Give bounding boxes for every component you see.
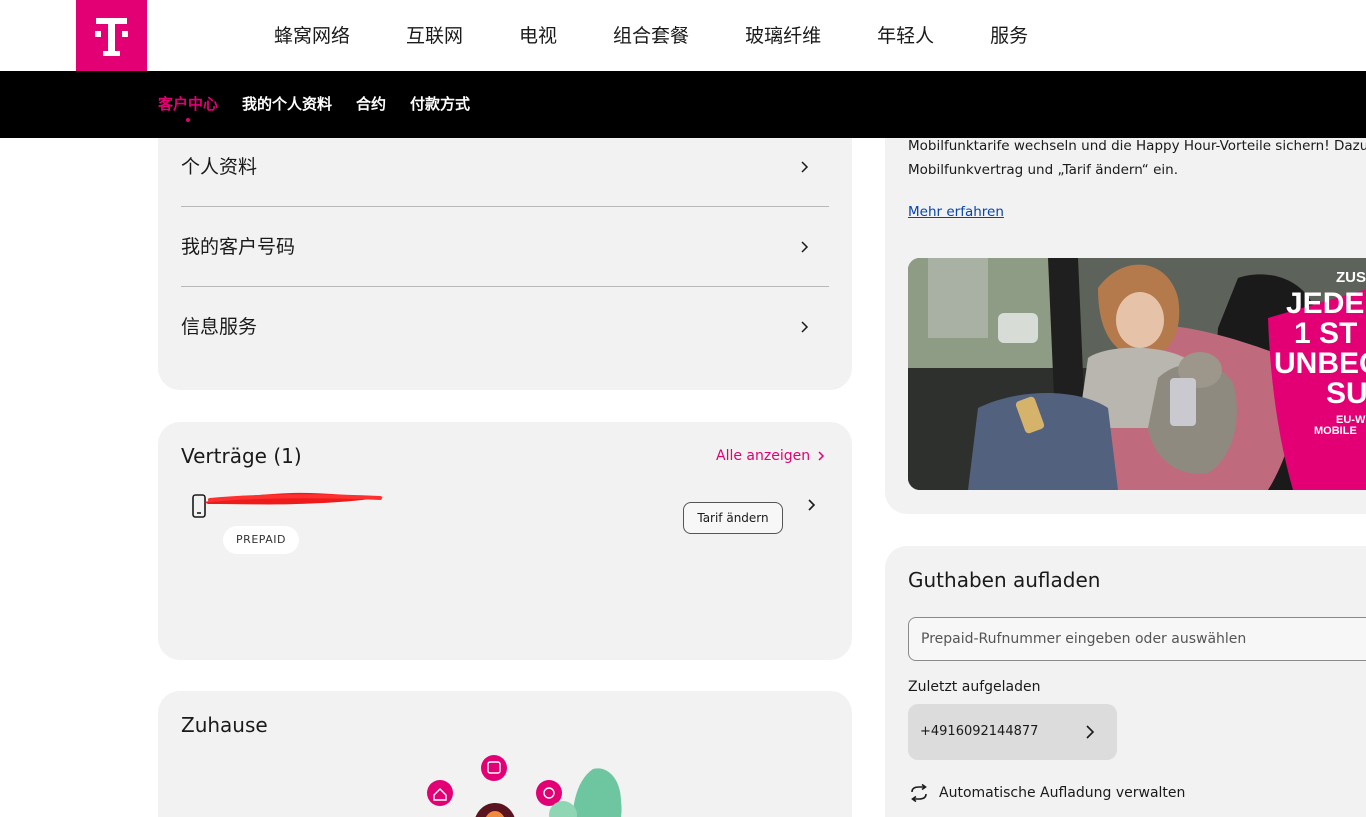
nav-fiber[interactable]: 玻璃纤维: [745, 22, 821, 50]
home-card: Zuhause: [158, 691, 852, 817]
last-topup-number: +4916092144877: [920, 724, 1039, 739]
refresh-icon: [911, 784, 927, 802]
last-topup-number-card[interactable]: +4916092144877: [908, 704, 1117, 760]
home-title: Zuhause: [181, 713, 268, 737]
prepaid-badge: PREPAID: [223, 526, 299, 554]
t-logo-icon: [95, 18, 128, 56]
prepaid-number-input[interactable]: Prepaid-Rufnummer eingeben oder auswähle…: [908, 617, 1366, 661]
promo-card: Mobilfunktarife wechseln und die Happy H…: [885, 100, 1366, 514]
contracts-card: Verträge (1) Alle anzeigen PREPAID Tarif…: [158, 422, 852, 660]
promo-banner-image[interactable]: ZUS JEDE 1 ST UNBEG SU EU-WE MOBILE: [908, 258, 1366, 490]
chevron-right-icon: [801, 241, 809, 253]
sub-nav: 客户中心 我的个人资料 合约 付款方式: [158, 93, 494, 122]
show-all-label: Alle anzeigen: [716, 448, 811, 464]
list-item-label: 个人资料: [181, 156, 258, 178]
chevron-right-icon: [818, 451, 825, 461]
auto-topup-label: Automatische Aufladung verwalten: [939, 785, 1186, 801]
promo-line-2: Mobilfunkvertrag und „Tarif ändern“ ein.: [908, 162, 1178, 178]
chevron-right-icon[interactable]: [806, 498, 818, 512]
nav-internet[interactable]: 互联网: [406, 22, 463, 50]
nav-tv[interactable]: 电视: [519, 22, 557, 50]
subnav-contracts[interactable]: 合约: [356, 93, 386, 115]
list-item-customer-number[interactable]: 我的客户号码: [181, 207, 829, 287]
chevron-right-icon: [1086, 725, 1095, 739]
redacted-number-scribble: [204, 492, 384, 505]
home-illustration: [427, 755, 622, 817]
list-item-label: 信息服务: [181, 316, 258, 338]
nav-bundles[interactable]: 组合套餐: [613, 22, 689, 50]
contracts-title: Verträge (1): [181, 444, 302, 468]
subnav-my-profile[interactable]: 我的个人资料: [242, 93, 332, 115]
list-item-personal-data[interactable]: 个人资料: [181, 127, 829, 207]
top-header: 蜂窝网络 互联网 电视 组合套餐 玻璃纤维 年轻人 服务: [0, 0, 1366, 71]
change-tariff-button[interactable]: Tarif ändern: [683, 502, 783, 534]
chevron-right-icon: [801, 161, 809, 173]
auto-topup-link[interactable]: Automatische Aufladung verwalten: [908, 784, 1185, 802]
promo-banner-text: ZUS JEDE 1 ST UNBEG SU EU-WE MOBILE: [1274, 269, 1366, 437]
nav-mobile[interactable]: 蜂窝网络: [274, 22, 350, 50]
last-topup-label: Zuletzt aufgeladen: [908, 679, 1041, 695]
list-item-info-services[interactable]: 信息服务: [181, 287, 829, 367]
topup-title: Guthaben aufladen: [908, 568, 1101, 592]
main-nav: 蜂窝网络 互联网 电视 组合套餐 玻璃纤维 年轻人 服务: [274, 22, 1084, 50]
nav-young[interactable]: 年轻人: [877, 22, 934, 50]
subnav-payment[interactable]: 付款方式: [410, 93, 470, 115]
telekom-logo[interactable]: [76, 0, 147, 71]
promo-description: Mobilfunktarife wechseln und die Happy H…: [908, 134, 1366, 182]
learn-more-link[interactable]: Mehr erfahren: [908, 204, 1004, 220]
show-all-link[interactable]: Alle anzeigen: [716, 448, 825, 464]
list-item-label: 我的客户号码: [181, 236, 296, 258]
chevron-right-icon: [801, 321, 809, 333]
sub-nav-bar: 客户中心 我的个人资料 合约 付款方式: [0, 71, 1366, 138]
profile-card: 个人资料 我的客户号码 信息服务: [158, 100, 852, 390]
topup-card: Guthaben aufladen Prepaid-Rufnummer eing…: [885, 546, 1366, 817]
nav-service[interactable]: 服务: [990, 22, 1028, 50]
subnav-customer-center[interactable]: 客户中心: [158, 93, 218, 122]
